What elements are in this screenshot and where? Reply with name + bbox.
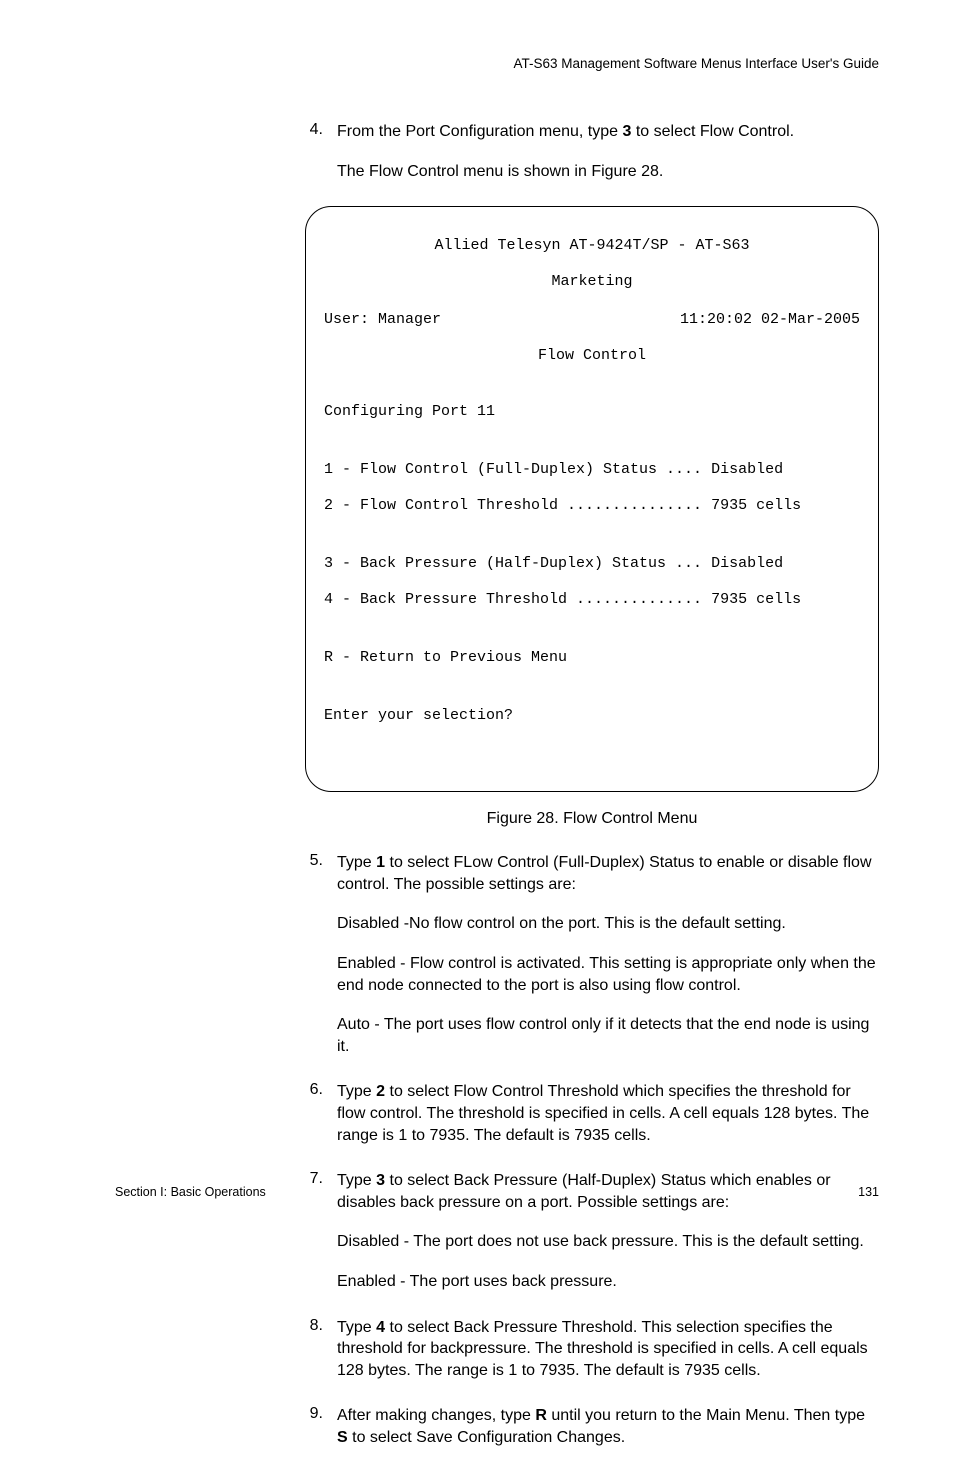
step4-line1: From the Port Configuration menu, type 3… <box>337 121 879 143</box>
text: to select Save Configuration Changes. <box>348 1429 626 1446</box>
footer-section: Section I: Basic Operations <box>115 1185 266 1199</box>
step-body: After making changes, type R until you r… <box>337 1405 879 1466</box>
bold-key: S <box>337 1429 348 1446</box>
step-number: 9. <box>305 1405 323 1466</box>
step5-enabled: Enabled - Flow control is activated. Thi… <box>337 953 879 996</box>
step8-line1: Type 4 to select Back Pressure Threshold… <box>337 1317 879 1382</box>
step-number: 4. <box>305 121 323 200</box>
text: until you return to the Main Menu. Then … <box>547 1407 865 1424</box>
menu-configuring: Configuring Port 11 <box>324 403 860 421</box>
text: Type <box>337 854 376 871</box>
page-footer: Section I: Basic Operations 131 <box>115 1185 879 1199</box>
figure-caption: Figure 28. Flow Control Menu <box>305 810 879 828</box>
bold-key: 4 <box>376 1319 385 1336</box>
spacer <box>324 685 860 689</box>
text: to select Flow Control Threshold which s… <box>337 1083 869 1143</box>
bold-key: 2 <box>376 1083 385 1100</box>
text: to select Back Pressure Threshold. This … <box>337 1319 868 1379</box>
step-body: Type 2 to select Flow Control Threshold … <box>337 1081 879 1164</box>
step-number: 8. <box>305 1317 323 1400</box>
step6-line1: Type 2 to select Flow Control Threshold … <box>337 1081 879 1146</box>
step-body: From the Port Configuration menu, type 3… <box>337 121 879 200</box>
step-9: 9. After making changes, type R until yo… <box>305 1405 879 1466</box>
spacer <box>324 439 860 443</box>
terminal-menu-box: Allied Telesyn AT-9424T/SP - AT-S63 Mark… <box>305 206 879 792</box>
text: to select Flow Control. <box>631 123 794 140</box>
step5-line1: Type 1 to select FLow Control (Full-Dupl… <box>337 852 879 895</box>
step4-line2: The Flow Control menu is shown in Figure… <box>337 161 879 183</box>
menu-subhead: Marketing <box>324 273 860 291</box>
menu-prompt: Enter your selection? <box>324 707 860 725</box>
text: to select FLow Control (Full-Duplex) Sta… <box>337 854 872 893</box>
menu-option-2: 2 - Flow Control Threshold .............… <box>324 497 860 515</box>
menu-user: User: Manager <box>324 311 441 329</box>
spacer <box>324 627 860 631</box>
page-header: AT-S63 Management Software Menus Interfa… <box>115 56 879 71</box>
footer-page-number: 131 <box>858 1185 879 1199</box>
menu-option-4: 4 - Back Pressure Threshold ............… <box>324 591 860 609</box>
bold-key: R <box>535 1407 547 1424</box>
step-5: 5. Type 1 to select FLow Control (Full-D… <box>305 852 879 1075</box>
step5-auto: Auto - The port uses flow control only i… <box>337 1014 879 1057</box>
page: AT-S63 Management Software Menus Interfa… <box>0 0 954 1235</box>
step-number: 5. <box>305 852 323 1075</box>
text: Type <box>337 1319 376 1336</box>
menu-user-line: User: Manager 11:20:02 02-Mar-2005 <box>324 311 860 329</box>
text: From the Port Configuration menu, type <box>337 123 622 140</box>
menu-body: Configuring Port 11 1 - Flow Control (Fu… <box>324 385 860 743</box>
step-number: 6. <box>305 1081 323 1164</box>
menu-datetime: 11:20:02 02-Mar-2005 <box>680 311 860 329</box>
step-4: 4. From the Port Configuration menu, typ… <box>305 121 879 200</box>
text: After making changes, type <box>337 1407 535 1424</box>
step-body: Type 4 to select Back Pressure Threshold… <box>337 1317 879 1400</box>
step-body: Type 1 to select FLow Control (Full-Dupl… <box>337 852 879 1075</box>
text: Type <box>337 1083 376 1100</box>
content-area: 4. From the Port Configuration menu, typ… <box>115 121 879 1466</box>
step-8: 8. Type 4 to select Back Pressure Thresh… <box>305 1317 879 1400</box>
bold-key: 1 <box>376 854 385 871</box>
step9-line1: After making changes, type R until you r… <box>337 1405 879 1448</box>
step-6: 6. Type 2 to select Flow Control Thresho… <box>305 1081 879 1164</box>
menu-title: Flow Control <box>324 347 860 365</box>
step7-enabled: Enabled - The port uses back pressure. <box>337 1271 879 1293</box>
menu-device: Allied Telesyn AT-9424T/SP - AT-S63 <box>324 237 860 255</box>
menu-option-3: 3 - Back Pressure (Half-Duplex) Status .… <box>324 555 860 573</box>
menu-return: R - Return to Previous Menu <box>324 649 860 667</box>
step5-disabled: Disabled -No flow control on the port. T… <box>337 913 879 935</box>
menu-option-1: 1 - Flow Control (Full-Duplex) Status ..… <box>324 461 860 479</box>
spacer <box>324 533 860 537</box>
